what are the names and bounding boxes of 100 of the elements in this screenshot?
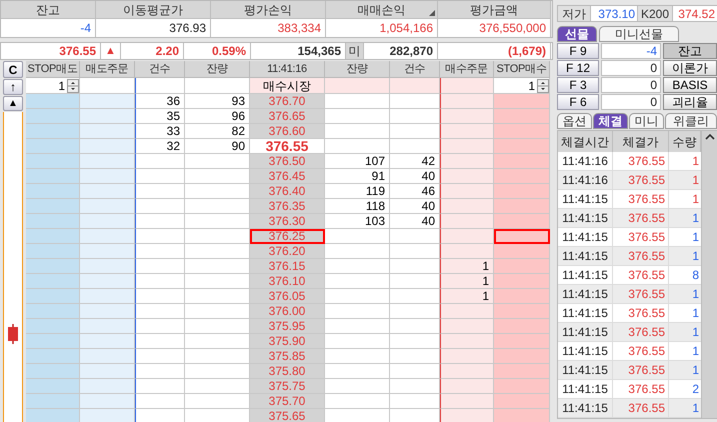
table-cell[interactable] bbox=[26, 199, 80, 214]
table-cell[interactable] bbox=[26, 139, 80, 154]
table-cell[interactable] bbox=[26, 244, 80, 259]
stop-sell-qty-field[interactable]: 1 bbox=[26, 78, 80, 94]
table-cell[interactable] bbox=[494, 184, 550, 199]
table-cell[interactable] bbox=[440, 109, 494, 124]
tab[interactable]: 옵션 bbox=[557, 113, 592, 129]
table-cell[interactable] bbox=[80, 109, 135, 124]
action-button[interactable]: BASIS bbox=[663, 77, 717, 93]
tab[interactable]: 위클리 bbox=[665, 113, 717, 129]
futures-button[interactable]: F 9 bbox=[557, 43, 599, 59]
action-button[interactable]: 이론가 bbox=[663, 60, 717, 76]
table-cell[interactable] bbox=[26, 349, 80, 364]
table-cell[interactable] bbox=[494, 199, 550, 214]
table-cell[interactable] bbox=[26, 379, 80, 394]
table-cell[interactable] bbox=[440, 379, 494, 394]
table-cell[interactable] bbox=[494, 124, 550, 139]
table-cell[interactable] bbox=[26, 334, 80, 349]
table-cell[interactable] bbox=[440, 139, 494, 154]
table-cell[interactable] bbox=[80, 319, 135, 334]
table-cell[interactable]: 1 bbox=[440, 274, 494, 289]
table-cell[interactable] bbox=[80, 94, 135, 109]
table-cell[interactable] bbox=[494, 409, 550, 422]
table-cell[interactable]: 1 bbox=[440, 259, 494, 274]
table-cell[interactable] bbox=[80, 409, 135, 422]
table-cell[interactable] bbox=[494, 259, 550, 274]
table-cell[interactable] bbox=[80, 169, 135, 184]
table-cell[interactable] bbox=[494, 169, 550, 184]
tab[interactable]: 미니 bbox=[629, 113, 664, 129]
table-cell[interactable] bbox=[494, 109, 550, 124]
table-cell[interactable] bbox=[80, 124, 135, 139]
table-cell[interactable] bbox=[494, 379, 550, 394]
table-cell[interactable] bbox=[494, 94, 550, 109]
table-cell[interactable] bbox=[440, 199, 494, 214]
table-cell[interactable] bbox=[26, 154, 80, 169]
table-cell[interactable] bbox=[440, 124, 494, 139]
table-cell[interactable] bbox=[494, 289, 550, 304]
table-cell[interactable] bbox=[494, 244, 550, 259]
table-cell[interactable] bbox=[26, 304, 80, 319]
futures-button[interactable]: F 12 bbox=[557, 60, 599, 76]
table-cell[interactable] bbox=[26, 124, 80, 139]
table-cell[interactable] bbox=[494, 394, 550, 409]
table-cell[interactable] bbox=[440, 169, 494, 184]
table-cell[interactable] bbox=[26, 319, 80, 334]
action-button[interactable]: 괴리율 bbox=[663, 94, 717, 110]
tab[interactable]: 체결 bbox=[593, 113, 628, 129]
table-cell[interactable] bbox=[494, 229, 550, 244]
table-cell[interactable] bbox=[26, 274, 80, 289]
table-cell[interactable] bbox=[80, 139, 135, 154]
table-cell[interactable] bbox=[80, 349, 135, 364]
table-cell[interactable] bbox=[440, 349, 494, 364]
table-cell[interactable] bbox=[26, 364, 80, 379]
table-cell[interactable] bbox=[80, 334, 135, 349]
table-cell[interactable] bbox=[26, 109, 80, 124]
stop-buy-qty-field[interactable]: 1 bbox=[494, 78, 550, 94]
table-cell[interactable] bbox=[80, 259, 135, 274]
market-buy-button[interactable]: 매수시장 bbox=[250, 78, 325, 94]
table-cell[interactable] bbox=[494, 214, 550, 229]
spinner-icon[interactable] bbox=[67, 78, 79, 92]
scrollbar[interactable] bbox=[701, 131, 717, 418]
table-cell[interactable] bbox=[26, 94, 80, 109]
table-cell[interactable] bbox=[494, 334, 550, 349]
table-cell[interactable] bbox=[80, 289, 135, 304]
table-cell[interactable] bbox=[80, 184, 135, 199]
scroll-up-icon[interactable] bbox=[705, 133, 715, 141]
table-cell[interactable] bbox=[80, 229, 135, 244]
tab[interactable]: 선물 bbox=[557, 26, 597, 42]
table-cell[interactable] bbox=[440, 94, 494, 109]
spinner-icon[interactable] bbox=[537, 78, 549, 92]
futures-button[interactable]: F 3 bbox=[557, 77, 599, 93]
table-cell[interactable] bbox=[440, 304, 494, 319]
table-cell[interactable] bbox=[440, 244, 494, 259]
table-cell[interactable] bbox=[26, 169, 80, 184]
table-cell[interactable] bbox=[80, 304, 135, 319]
table-cell[interactable] bbox=[494, 319, 550, 334]
table-cell[interactable] bbox=[26, 409, 80, 422]
table-cell[interactable] bbox=[440, 364, 494, 379]
table-cell[interactable] bbox=[26, 229, 80, 244]
table-cell[interactable] bbox=[80, 199, 135, 214]
table-cell[interactable] bbox=[440, 334, 494, 349]
table-cell[interactable] bbox=[494, 349, 550, 364]
futures-button[interactable]: F 6 bbox=[557, 94, 599, 110]
table-cell[interactable] bbox=[494, 154, 550, 169]
table-cell[interactable] bbox=[80, 244, 135, 259]
table-cell[interactable] bbox=[80, 379, 135, 394]
tab[interactable]: 미니선물 bbox=[599, 26, 679, 42]
clear-button[interactable]: C bbox=[3, 61, 23, 78]
table-cell[interactable] bbox=[80, 364, 135, 379]
table-cell[interactable] bbox=[80, 154, 135, 169]
table-cell[interactable] bbox=[80, 214, 135, 229]
scroll-top-button[interactable]: ▲ bbox=[3, 96, 23, 111]
table-cell[interactable] bbox=[440, 154, 494, 169]
scroll-up-button[interactable]: ↑ bbox=[3, 79, 23, 95]
action-button[interactable]: 잔고 bbox=[663, 43, 717, 59]
table-cell[interactable] bbox=[494, 139, 550, 154]
table-cell[interactable] bbox=[26, 289, 80, 304]
table-cell[interactable] bbox=[26, 214, 80, 229]
table-cell[interactable] bbox=[494, 274, 550, 289]
table-cell[interactable] bbox=[26, 394, 80, 409]
table-cell[interactable] bbox=[440, 394, 494, 409]
